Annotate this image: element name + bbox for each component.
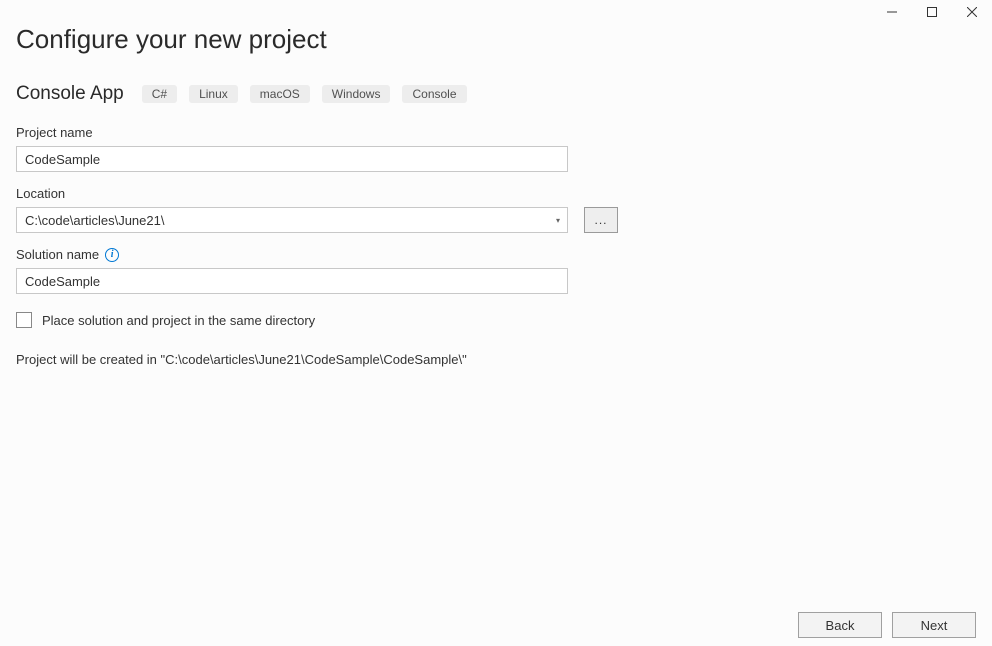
same-directory-label: Place solution and project in the same d… (42, 313, 315, 328)
project-name-label: Project name (16, 125, 976, 140)
maximize-button[interactable] (912, 0, 952, 24)
location-label: Location (16, 186, 976, 201)
footer-buttons: Back Next (798, 612, 976, 638)
location-input[interactable] (17, 211, 549, 230)
creation-path-summary: Project will be created in "C:\code\arti… (16, 352, 976, 367)
solution-name-label-row: Solution name i (16, 247, 976, 262)
project-name-input[interactable] (16, 146, 568, 172)
info-icon[interactable]: i (105, 248, 119, 262)
solution-name-group: Solution name i (16, 247, 976, 294)
tag-windows: Windows (322, 85, 391, 103)
subtitle-row: Console App C# Linux macOS Windows Conso… (16, 83, 976, 105)
back-button[interactable]: Back (798, 612, 882, 638)
same-directory-row: Place solution and project in the same d… (16, 312, 976, 328)
tag-csharp: C# (142, 85, 177, 103)
solution-name-label: Solution name (16, 247, 99, 262)
close-button[interactable] (952, 0, 992, 24)
next-button[interactable]: Next (892, 612, 976, 638)
dropdown-arrow-icon[interactable]: ▾ (549, 208, 567, 232)
tag-macos: macOS (250, 85, 310, 103)
solution-name-input[interactable] (16, 268, 568, 294)
minimize-button[interactable] (872, 0, 912, 24)
main-content: Configure your new project Console App C… (0, 0, 992, 367)
window-titlebar (872, 0, 992, 24)
location-combo[interactable]: ▾ (16, 207, 568, 233)
same-directory-checkbox[interactable] (16, 312, 32, 328)
template-name: Console App (16, 83, 124, 105)
location-row: ▾ ... (16, 207, 976, 233)
tag-console: Console (402, 85, 466, 103)
location-group: Location ▾ ... (16, 186, 976, 233)
project-name-group: Project name (16, 125, 976, 172)
tag-linux: Linux (189, 85, 238, 103)
browse-button[interactable]: ... (584, 207, 618, 233)
page-title: Configure your new project (16, 24, 976, 55)
